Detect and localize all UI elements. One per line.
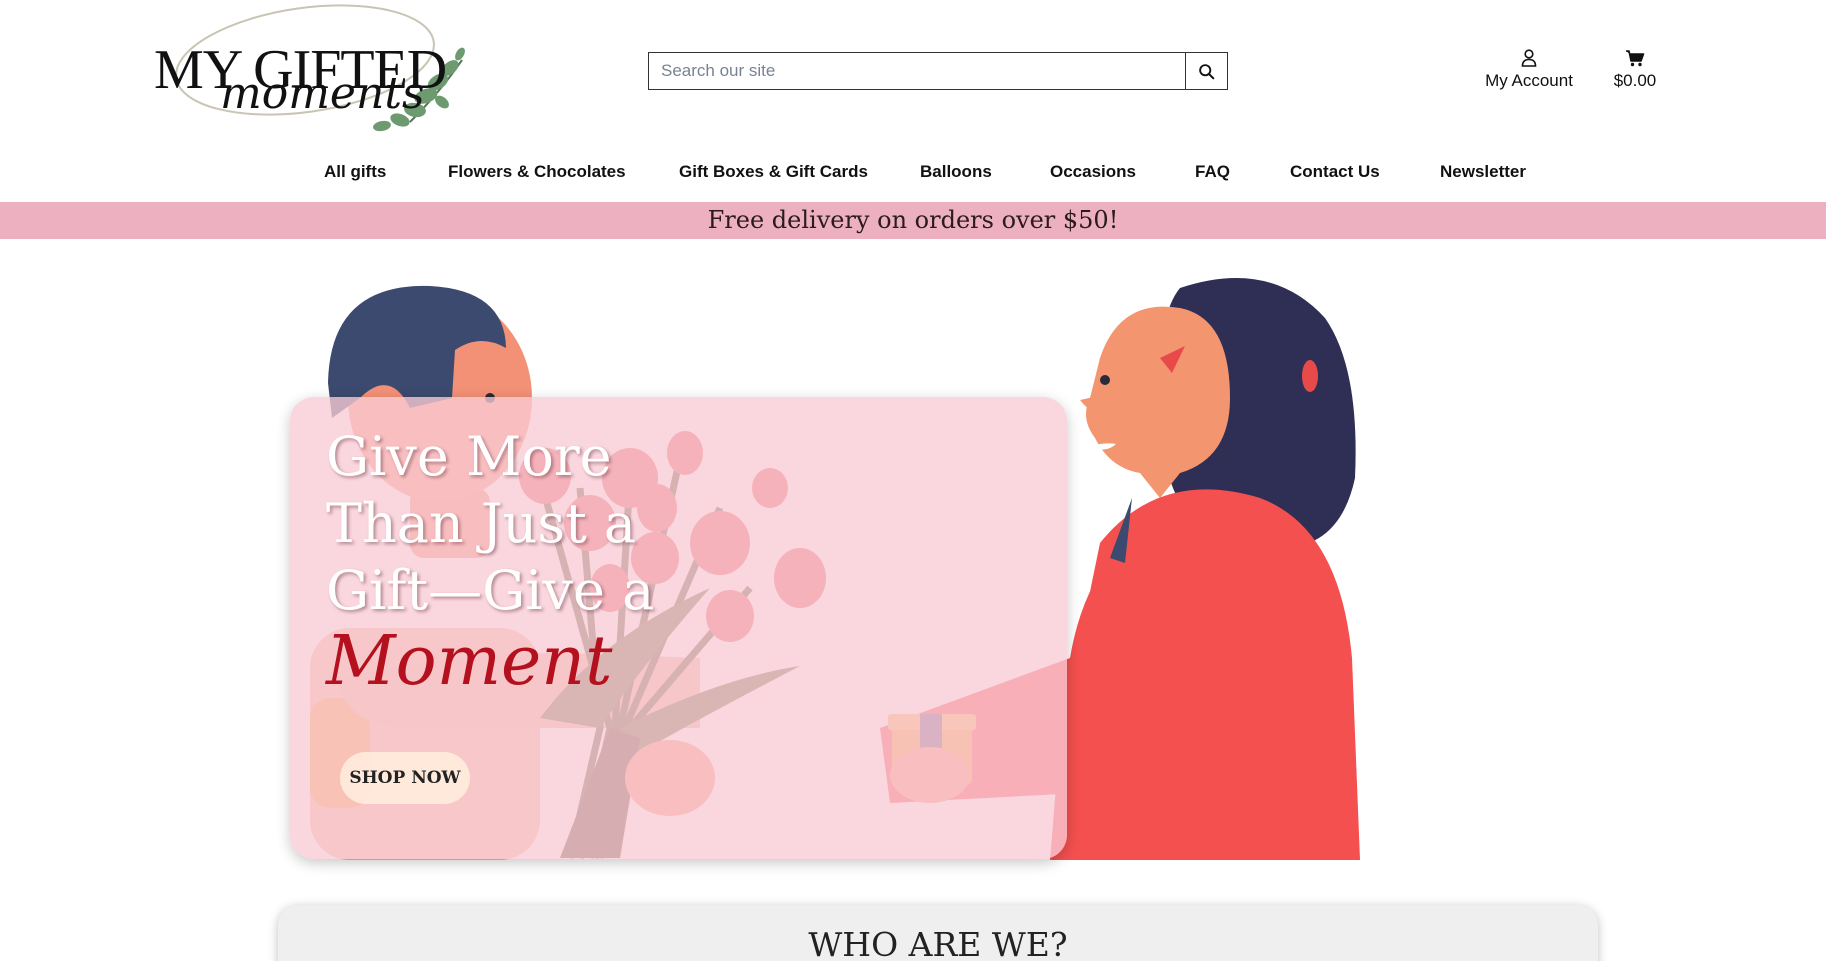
- user-icon: [1521, 49, 1537, 67]
- hero-headline-line-2: Than Just a: [326, 492, 637, 555]
- search-icon: [1199, 63, 1215, 79]
- nav-item-contact-us[interactable]: Contact Us: [1290, 162, 1380, 182]
- site-logo[interactable]: MY GIFTED moments: [150, 2, 470, 152]
- about-title: WHO ARE WE?: [808, 925, 1068, 961]
- about-section: WHO ARE WE?: [278, 905, 1598, 961]
- cart-link[interactable]: $0.00: [1600, 48, 1670, 91]
- nav-item-all-gifts[interactable]: All gifts: [324, 162, 386, 182]
- nav-item-gift-boxes-gift-cards[interactable]: Gift Boxes & Gift Cards: [679, 162, 868, 182]
- my-account-link[interactable]: My Account: [1470, 48, 1588, 91]
- nav-item-balloons[interactable]: Balloons: [920, 162, 992, 182]
- logo-script: moments: [220, 68, 425, 119]
- main-nav: All gifts Flowers & Chocolates Gift Boxe…: [0, 162, 1826, 186]
- my-account-label: My Account: [1485, 71, 1573, 90]
- promo-banner: Free delivery on orders over $50!: [0, 202, 1826, 239]
- search-bar: [648, 52, 1228, 90]
- search-input[interactable]: [649, 53, 1185, 89]
- search-button[interactable]: [1185, 53, 1227, 89]
- nav-item-occasions[interactable]: Occasions: [1050, 162, 1136, 182]
- hero-card: Give More Than Just a Gift—Give a Moment…: [290, 397, 1067, 859]
- cart-total: $0.00: [1613, 71, 1657, 90]
- hero-headline-line-1: Give More: [326, 425, 612, 488]
- shop-now-button[interactable]: SHOP NOW: [340, 752, 470, 804]
- nav-item-newsletter[interactable]: Newsletter: [1440, 162, 1526, 182]
- hero-script-word: Moment: [326, 622, 613, 701]
- hero-headline: Give More Than Just a Gift—Give a: [326, 423, 766, 624]
- nav-item-faq[interactable]: FAQ: [1195, 162, 1230, 182]
- hero-headline-line-3: Gift—Give a: [326, 559, 655, 622]
- nav-item-flowers-chocolates[interactable]: Flowers & Chocolates: [448, 162, 626, 182]
- cart-icon: [1626, 50, 1645, 67]
